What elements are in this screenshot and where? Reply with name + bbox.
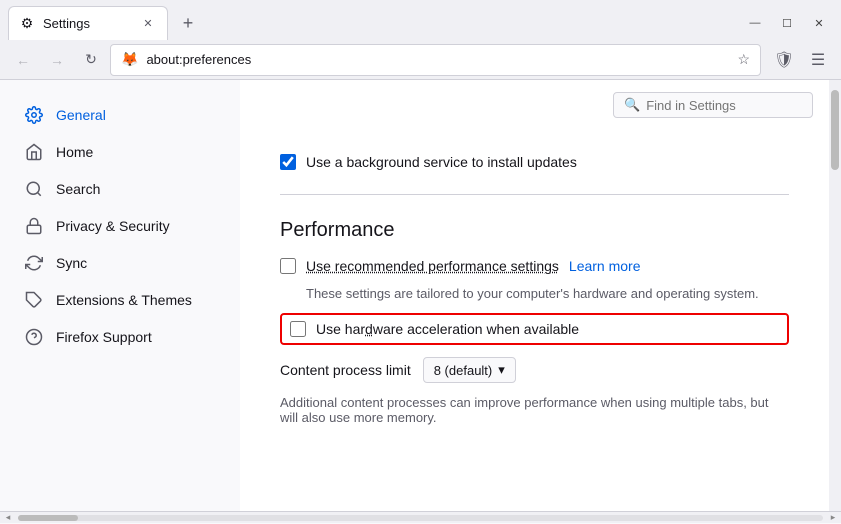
performance-section: Performance Use recommended performance … (280, 219, 789, 425)
chevron-down-icon: ▾ (498, 362, 505, 378)
recommended-settings-label: Use recommended performance settings (306, 258, 559, 274)
recommended-settings-row: Use recommended performance settings Lea… (280, 258, 789, 274)
bottom-scrollbar[interactable]: ◂ ▸ (0, 511, 841, 523)
sidebar-item-home[interactable]: Home (8, 134, 232, 170)
address-bar[interactable]: 🦊 about:preferences ☆ (110, 44, 761, 76)
support-icon (24, 327, 44, 347)
scroll-left-button[interactable]: ◂ (0, 512, 16, 524)
sidebar-label-extensions: Extensions & Themes (56, 292, 192, 308)
search-icon (24, 179, 44, 199)
reload-button[interactable]: ↻ (76, 45, 106, 75)
content-process-value: 8 (default) (434, 363, 493, 378)
sidebar-item-support[interactable]: Firefox Support (8, 319, 232, 355)
find-bar[interactable]: 🔍 (613, 92, 813, 118)
back-button[interactable]: ← (8, 45, 38, 75)
address-text: about:preferences (146, 52, 729, 67)
learn-more-link[interactable]: Learn more (569, 258, 641, 274)
sidebar-item-privacy[interactable]: Privacy & Security (8, 208, 232, 244)
find-input[interactable] (646, 98, 802, 113)
general-icon (24, 105, 44, 125)
sync-icon (24, 253, 44, 273)
minimize-button[interactable]: — (741, 9, 769, 37)
horizontal-scroll-track[interactable] (18, 515, 823, 521)
sidebar-label-general: General (56, 107, 106, 123)
nav-tools: 🛡 ☰ (769, 45, 833, 75)
hardware-accel-checkbox[interactable] (290, 321, 306, 337)
find-icon: 🔍 (624, 97, 640, 113)
content-process-select[interactable]: 8 (default) ▾ (423, 357, 516, 383)
recommended-settings-checkbox[interactable] (280, 258, 296, 274)
tab-favicon: ⚙ (19, 16, 35, 32)
performance-title: Performance (280, 219, 789, 242)
settings-tab[interactable]: ⚙ Settings ✕ (8, 6, 168, 40)
sidebar-label-support: Firefox Support (56, 329, 152, 345)
maximize-button[interactable]: ☐ (773, 9, 801, 37)
extensions-icon (24, 290, 44, 310)
performance-description: These settings are tailored to your comp… (306, 286, 789, 301)
content-process-description: Additional content processes can improve… (280, 395, 789, 425)
shield-button[interactable]: 🛡 (769, 45, 799, 75)
address-favicon: 🦊 (121, 51, 138, 68)
tab-title: Settings (43, 16, 131, 31)
lock-icon (24, 216, 44, 236)
content-process-row: Content process limit 8 (default) ▾ (280, 357, 789, 383)
home-icon (24, 142, 44, 162)
menu-button[interactable]: ☰ (803, 45, 833, 75)
nav-bar: ← → ↻ 🦊 about:preferences ☆ 🛡 ☰ (0, 40, 841, 80)
main-content: 🔍 Use a background service to install up… (240, 80, 829, 511)
new-tab-button[interactable]: + (174, 9, 202, 37)
section-divider (280, 194, 789, 195)
forward-button[interactable]: → (42, 45, 72, 75)
sidebar-label-search: Search (56, 181, 100, 197)
sidebar-item-general[interactable]: General (8, 97, 232, 133)
hardware-accel-row: Use hardware acceleration when available (280, 313, 789, 345)
content-process-label: Content process limit (280, 362, 411, 378)
sidebar-label-privacy: Privacy & Security (56, 218, 170, 234)
window-controls: — ☐ ✕ (741, 9, 833, 37)
scroll-right-button[interactable]: ▸ (825, 512, 841, 524)
sidebar: General Home (0, 80, 240, 511)
scrollbar[interactable] (829, 80, 841, 511)
background-service-checkbox[interactable] (280, 154, 296, 170)
sidebar-item-sync[interactable]: Sync (8, 245, 232, 281)
sidebar-label-sync: Sync (56, 255, 87, 271)
tab-close-button[interactable]: ✕ (139, 15, 157, 33)
content-area: General Home (0, 80, 841, 511)
bookmark-star-icon[interactable]: ☆ (737, 51, 750, 68)
horizontal-scroll-thumb[interactable] (18, 515, 78, 521)
background-service-label: Use a background service to install upda… (306, 154, 577, 170)
background-service-row: Use a background service to install upda… (280, 154, 789, 170)
sidebar-label-home: Home (56, 144, 93, 160)
close-button[interactable]: ✕ (805, 9, 833, 37)
scrollbar-thumb[interactable] (831, 90, 839, 170)
sidebar-item-search[interactable]: Search (8, 171, 232, 207)
hardware-accel-label: Use hardware acceleration when available (316, 321, 579, 337)
sidebar-item-extensions[interactable]: Extensions & Themes (8, 282, 232, 318)
